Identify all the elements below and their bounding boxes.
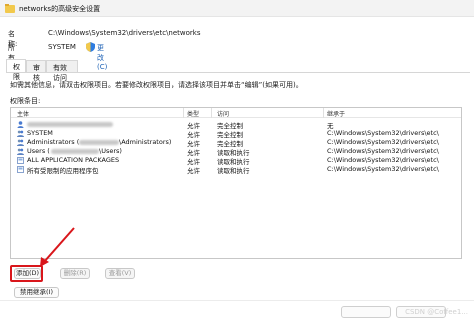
shield-icon <box>86 42 95 52</box>
permission-entries-title: 权限条目: <box>10 97 41 105</box>
list-header: 主体 类型 访问 继承于 <box>11 108 461 118</box>
table-row[interactable]: ALL APPLICATION PACKAGES 允许 读取和执行 C:\Win… <box>11 156 461 166</box>
name-value: C:\Windows\System32\drivers\etc\networks <box>48 29 201 37</box>
column-inherited[interactable]: 继承于 <box>327 109 345 118</box>
group-icon <box>17 130 24 137</box>
disable-inheritance-button[interactable]: 禁用继承(I) <box>14 287 59 298</box>
permissions-description: 如需其他信息，请双击权限项目。若要修改权限项目，请选择该项目并单击“编辑”(如果… <box>10 81 303 89</box>
package-icon <box>17 166 24 173</box>
tab-effective-access[interactable]: 有效访问 <box>46 60 78 82</box>
group-icon <box>17 139 24 146</box>
row-principal: Administrators ( <box>27 138 80 146</box>
tab-auditing[interactable]: 审核 <box>26 60 46 82</box>
package-icon <box>17 157 24 164</box>
user-icon <box>17 121 24 128</box>
folder-icon <box>5 4 15 13</box>
redacted-principal <box>79 140 119 145</box>
table-row[interactable]: SYSTEM 允许 完全控制 C:\Windows\System32\drive… <box>11 129 461 139</box>
window-title: networks的高级安全设置 <box>19 5 101 13</box>
row-principal: Users ( <box>27 147 50 155</box>
remove-button[interactable]: 删除(R) <box>60 268 90 279</box>
column-type[interactable]: 类型 <box>187 109 199 118</box>
redacted-principal <box>27 122 113 127</box>
watermark: CSDN @Coffee1... <box>405 308 468 316</box>
column-access[interactable]: 访问 <box>217 109 229 118</box>
row-type: 允许 <box>187 167 200 175</box>
row-inherited: C:\Windows\System32\drivers\etc\ <box>327 165 439 173</box>
row-principal: SYSTEM <box>27 129 53 137</box>
table-row[interactable]: Users ( \Users) 允许 读取和执行 C:\Windows\Syst… <box>11 147 461 157</box>
row-access: 读取和执行 <box>217 167 250 175</box>
column-divider <box>323 108 324 118</box>
column-divider <box>183 108 184 118</box>
row-principal: 所有受限制的应用程序包 <box>27 167 99 175</box>
table-row[interactable]: 所有受限制的应用程序包 允许 读取和执行 C:\Windows\System32… <box>11 165 461 175</box>
table-row[interactable]: 允许 完全控制 无 <box>11 120 461 130</box>
view-button[interactable]: 查看(V) <box>105 268 135 279</box>
permission-entries-list[interactable]: 主体 类型 访问 继承于 允许 完全控制 无 SYSTEM 允许 完全控制 C:… <box>10 107 462 259</box>
row-principal-tail: \Users) <box>99 147 122 155</box>
tab-divider <box>6 72 470 73</box>
ok-button[interactable] <box>341 306 391 318</box>
add-button[interactable]: 添加(D) <box>14 268 41 279</box>
redacted-principal <box>51 149 99 154</box>
row-principal-tail: \Administrators) <box>119 138 172 146</box>
row-inherited: C:\Windows\System32\drivers\etc\ <box>327 156 439 164</box>
column-principal[interactable]: 主体 <box>17 109 29 118</box>
column-divider <box>211 108 212 118</box>
row-inherited: C:\Windows\System32\drivers\etc\ <box>327 147 439 155</box>
footer-divider <box>0 300 474 301</box>
owner-value: SYSTEM <box>48 43 76 51</box>
row-inherited: C:\Windows\System32\drivers\etc\ <box>327 138 439 146</box>
change-owner-link[interactable]: 更改(C) <box>97 43 107 71</box>
row-principal: ALL APPLICATION PACKAGES <box>27 156 120 164</box>
tab-permissions[interactable]: 权限 <box>6 59 26 81</box>
group-icon <box>17 148 24 155</box>
table-row[interactable]: Administrators ( \Administrators) 允许 完全控… <box>11 138 461 148</box>
row-inherited: C:\Windows\System32\drivers\etc\ <box>327 129 439 137</box>
title-bar: networks的高级安全设置 <box>0 0 474 17</box>
